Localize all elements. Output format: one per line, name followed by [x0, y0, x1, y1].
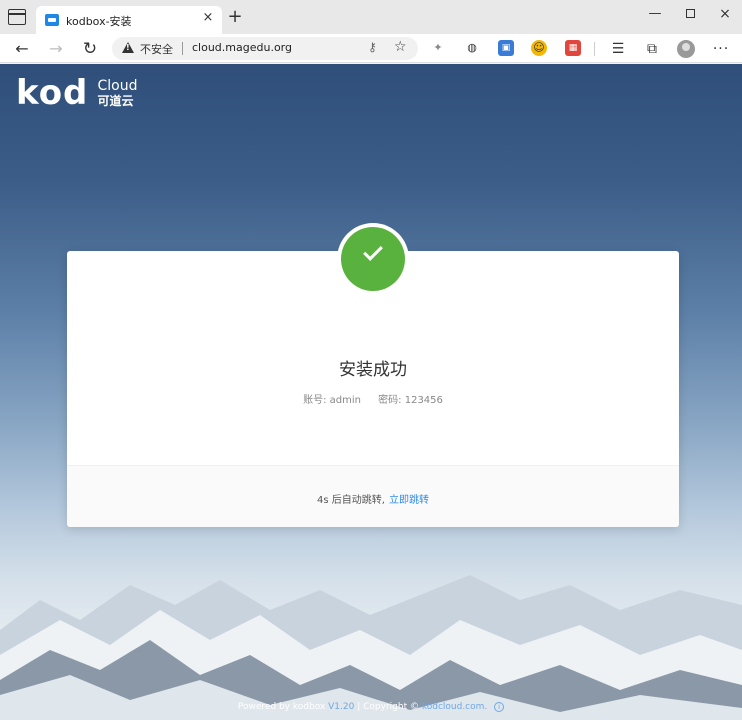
browser-tab[interactable]: kodbox-安装 × — [36, 6, 222, 34]
countdown-text: 4s 后自动跳转, — [317, 495, 385, 506]
redirect-notice: 4s 后自动跳转, 立即跳转 — [67, 491, 679, 506]
mountain-background — [0, 575, 742, 720]
password-key-icon[interactable]: ⚷ — [368, 40, 377, 54]
logo-kod-text: kod — [16, 73, 89, 113]
tab-close-icon[interactable]: × — [201, 11, 215, 25]
password-label: 密码: 123456 — [378, 395, 443, 406]
maximize-icon — [685, 9, 695, 18]
address-divider — [182, 42, 183, 55]
credentials: 账号: admin 密码: 123456 — [67, 391, 679, 406]
collections-icon[interactable]: ⧉ — [643, 40, 661, 58]
reload-icon[interactable]: ↻ — [80, 39, 100, 59]
extension-red-icon[interactable]: ▦ — [565, 40, 581, 56]
profile-avatar-icon[interactable] — [677, 40, 695, 58]
checkmark-icon — [363, 241, 383, 261]
extension-translate-icon[interactable]: ▣ — [498, 40, 514, 56]
site-link[interactable]: kodcloud.com. — [422, 702, 487, 712]
success-badge — [337, 223, 409, 295]
success-title: 安装成功 — [339, 360, 407, 380]
kodcloud-logo: kod Cloud 可道云 — [16, 76, 138, 110]
install-success-card: 安装成功 账号: admin 密码: 123456 4s 后自动跳转, 立即跳转 — [67, 223, 679, 527]
address-bar[interactable]: 不安全 cloud.magedu.org ⚷ ☆ — [112, 37, 418, 60]
info-icon[interactable]: i — [494, 702, 505, 712]
logo-side: Cloud 可道云 — [97, 78, 138, 109]
favorites-icon[interactable]: ☰ — [609, 40, 627, 58]
success-check-icon — [341, 227, 405, 291]
version-link[interactable]: V1.20 — [328, 702, 354, 712]
insecure-label[interactable]: 不安全 — [140, 41, 173, 57]
browser-tab-bar: kodbox-安装 × + — × — [0, 0, 742, 34]
copyright-text: Copyright © — [363, 702, 419, 712]
forward-arrow-icon[interactable]: → — [46, 39, 66, 59]
card-footer: 4s 后自动跳转, 立即跳转 — [67, 465, 679, 527]
account-label: 账号: admin — [303, 395, 361, 406]
tab-actions-icon[interactable] — [8, 9, 26, 25]
more-menu-icon[interactable]: ··· — [712, 40, 730, 58]
window-minimize-button[interactable]: — — [643, 4, 667, 24]
footer-separator: | — [357, 702, 361, 712]
powered-by-text: Powered by kodbox — [237, 702, 326, 712]
back-arrow-icon[interactable]: ← — [12, 39, 32, 59]
kodbox-favicon-icon — [45, 14, 59, 26]
new-tab-button[interactable]: + — [226, 8, 244, 26]
extension-globe-icon[interactable]: ◍ — [464, 40, 480, 56]
logo-cn-text: 可道云 — [97, 94, 134, 108]
address-url[interactable]: cloud.magedu.org — [192, 41, 292, 54]
extension-face-icon[interactable]: ☺ — [531, 40, 547, 56]
page-viewport: kod Cloud 可道云 安装成功 账号: admin 密码: 123456 … — [0, 64, 742, 720]
toolbar-divider — [594, 42, 595, 56]
tab-title: kodbox-安装 — [66, 15, 132, 28]
jump-now-link[interactable]: 立即跳转 — [389, 495, 429, 506]
window-close-button[interactable]: × — [713, 4, 737, 24]
warning-icon[interactable] — [122, 42, 134, 53]
extension-pin-icon[interactable]: ✦ — [430, 40, 446, 56]
window-maximize-button[interactable] — [678, 4, 702, 24]
page-footer: Powered by kodbox V1.20 | Copyright © ko… — [0, 702, 742, 720]
browser-toolbar: ← → ↻ 不安全 cloud.magedu.org ⚷ ☆ ✦ ◍ ▣ ☺ ▦… — [0, 34, 742, 63]
add-favorite-icon[interactable]: ☆ — [394, 39, 407, 55]
logo-cloud-text: Cloud — [97, 78, 138, 94]
